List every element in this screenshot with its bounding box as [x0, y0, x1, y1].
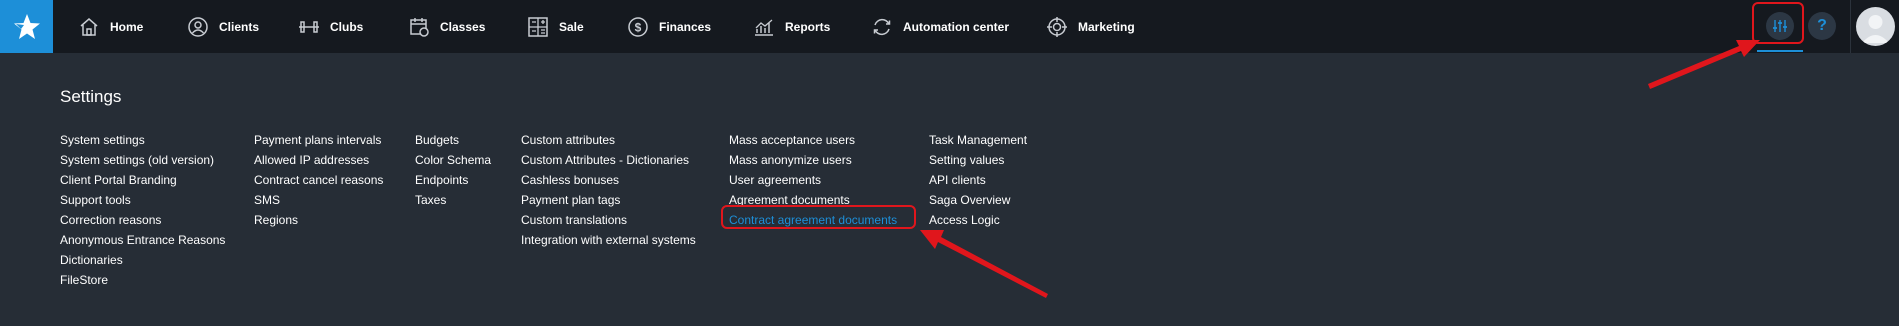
user-avatar-icon: [1862, 15, 1889, 43]
toolbar-divider: [1850, 0, 1851, 53]
nav-label-clubs: Clubs: [330, 19, 364, 34]
settings-link[interactable]: Custom Attributes - Dictionaries: [521, 150, 696, 170]
settings-link[interactable]: User agreements: [729, 170, 897, 190]
home-icon: [78, 16, 100, 38]
settings-link[interactable]: Anonymous Entrance Reasons: [60, 230, 225, 250]
settings-link[interactable]: Cashless bonuses: [521, 170, 696, 190]
svg-text:$: $: [635, 20, 642, 34]
settings-link[interactable]: Budgets: [415, 130, 491, 150]
settings-link[interactable]: Mass acceptance users: [729, 130, 897, 150]
settings-link[interactable]: Regions: [254, 210, 383, 230]
settings-link[interactable]: Setting values: [929, 150, 1027, 170]
settings-link[interactable]: Taxes: [415, 190, 491, 210]
settings-link[interactable]: Contract cancel reasons: [254, 170, 383, 190]
settings-link[interactable]: Support tools: [60, 190, 225, 210]
settings-column-1: System settings System settings (old ver…: [60, 130, 225, 290]
user-icon: [187, 16, 209, 38]
nav-item-sale[interactable]: Sale: [527, 0, 607, 53]
settings-link[interactable]: System settings: [60, 130, 225, 150]
settings-link[interactable]: Saga Overview: [929, 190, 1027, 210]
settings-link[interactable]: Custom attributes: [521, 130, 696, 150]
nav-label-sale: Sale: [559, 19, 584, 34]
settings-link[interactable]: API clients: [929, 170, 1027, 190]
settings-link[interactable]: Payment plan tags: [521, 190, 696, 210]
settings-column-4: Custom attributes Custom Attributes - Di…: [521, 130, 696, 250]
annotation-highlight-settings: [1752, 2, 1804, 44]
nav-item-clubs[interactable]: Clubs: [298, 0, 378, 53]
settings-link[interactable]: Endpoints: [415, 170, 491, 190]
nav-label-home: Home: [110, 19, 144, 34]
annotation-highlight-contract-link: [721, 205, 916, 229]
dumbbell-icon: [298, 16, 320, 38]
nav-item-finances[interactable]: $ Finances: [627, 0, 727, 53]
calendar-icon: [408, 16, 430, 38]
active-tab-indicator: [1757, 50, 1803, 52]
nav-label-clients: Clients: [219, 19, 260, 34]
settings-link[interactable]: SMS: [254, 190, 383, 210]
question-icon: ?: [1817, 17, 1827, 34]
settings-link[interactable]: Mass anonymize users: [729, 150, 897, 170]
nav-item-clients[interactable]: Clients: [187, 0, 277, 53]
settings-link[interactable]: Payment plans intervals: [254, 130, 383, 150]
top-navigation-bar: Home Clients Clubs Classes Sale $ Financ…: [0, 0, 1899, 53]
settings-link[interactable]: Custom translations: [521, 210, 696, 230]
calculator-icon: [527, 16, 549, 38]
nav-label-reports: Reports: [785, 19, 831, 34]
dollar-icon: $: [627, 16, 649, 38]
nav-item-automation-center[interactable]: Automation center: [871, 0, 1021, 53]
nav-label-classes: Classes: [440, 19, 486, 34]
settings-link[interactable]: Dictionaries: [60, 250, 225, 270]
settings-column-6: Task Management Setting values API clien…: [929, 130, 1027, 230]
settings-column-3: Budgets Color Schema Endpoints Taxes: [415, 130, 491, 210]
settings-link[interactable]: Integration with external systems: [521, 230, 696, 250]
nav-label-finances: Finances: [659, 19, 712, 34]
settings-column-2: Payment plans intervals Allowed IP addre…: [254, 130, 383, 230]
logo[interactable]: [0, 0, 53, 53]
arrow-to-contract-link: [920, 230, 1048, 298]
settings-link[interactable]: Color Schema: [415, 150, 491, 170]
settings-link[interactable]: Allowed IP addresses: [254, 150, 383, 170]
nav-item-home[interactable]: Home: [78, 0, 158, 53]
nav-label-marketing: Marketing: [1078, 19, 1135, 34]
settings-link[interactable]: Correction reasons: [60, 210, 225, 230]
nav-label-automation-center: Automation center: [903, 19, 1010, 34]
settings-link[interactable]: Access Logic: [929, 210, 1027, 230]
nav-item-classes[interactable]: Classes: [408, 0, 498, 53]
avatar[interactable]: [1856, 7, 1895, 46]
chart-icon: [753, 16, 775, 38]
settings-link[interactable]: Client Portal Branding: [60, 170, 225, 190]
nav-item-reports[interactable]: Reports: [753, 0, 853, 53]
settings-link[interactable]: Task Management: [929, 130, 1027, 150]
page-title: Settings: [60, 87, 122, 106]
help-button[interactable]: ?: [1808, 12, 1836, 40]
nav-item-marketing[interactable]: Marketing: [1046, 0, 1156, 53]
settings-link[interactable]: FileStore: [60, 270, 225, 290]
target-icon: [1046, 16, 1068, 38]
star-logo-icon: [13, 13, 40, 39]
settings-link[interactable]: System settings (old version): [60, 150, 225, 170]
sync-icon: [871, 16, 893, 38]
